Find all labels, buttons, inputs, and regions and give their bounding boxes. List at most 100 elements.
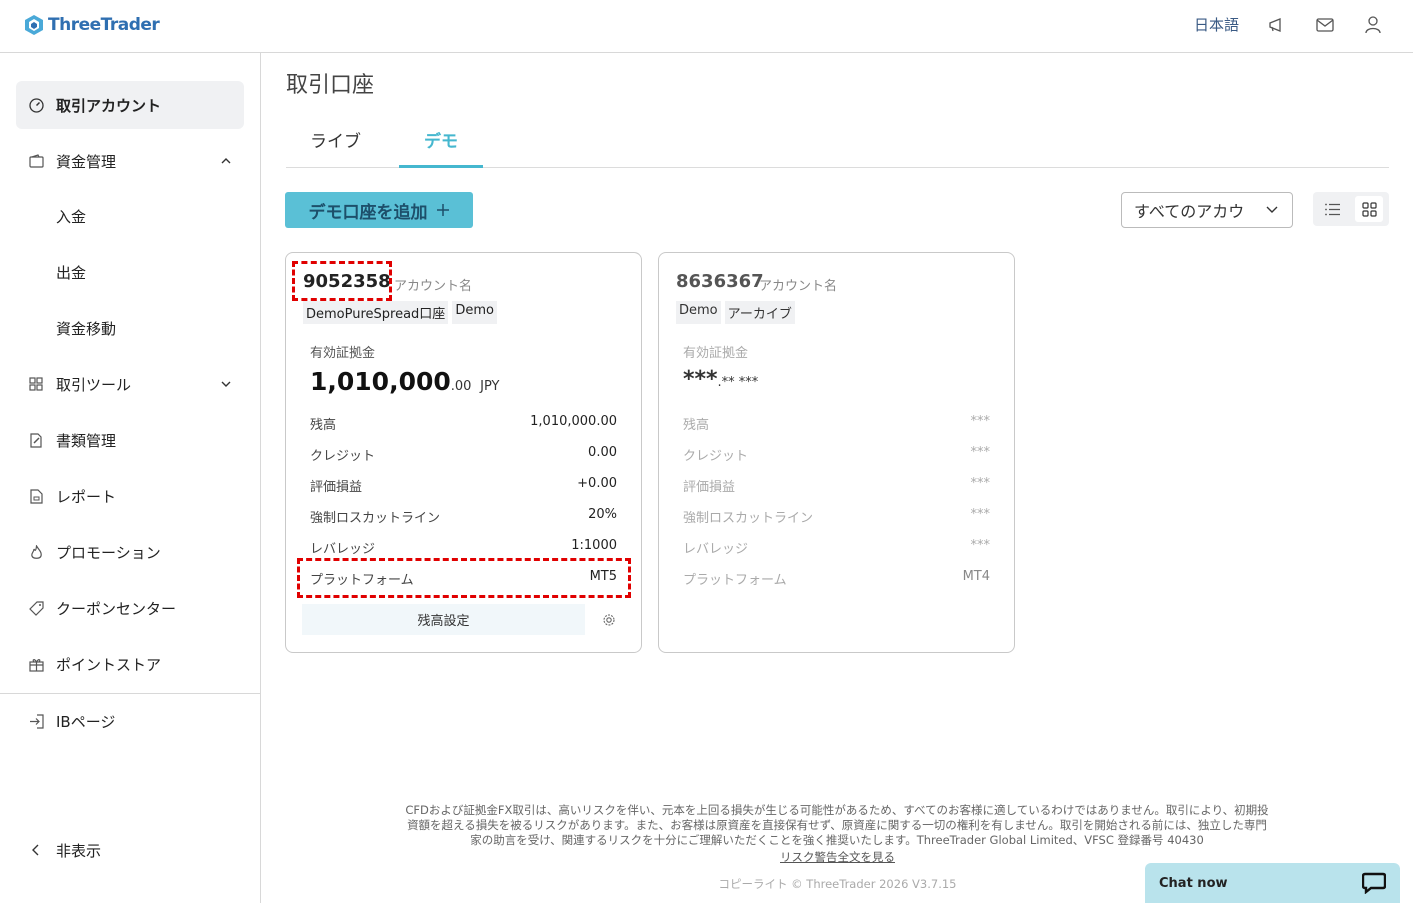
add-demo-account-button[interactable]: デモ口座を追加 bbox=[285, 192, 473, 228]
sidebar-subitem-deposit[interactable]: 入金 bbox=[56, 206, 86, 227]
sidebar-item-label: クーポンセンター bbox=[56, 599, 177, 618]
list-view-icon bbox=[1325, 203, 1340, 215]
stat-row-platform: プラットフォーム MT4 bbox=[683, 569, 990, 588]
mail-icon[interactable] bbox=[1315, 15, 1335, 35]
sidebar-item-coupon-center[interactable]: クーポンセンター bbox=[16, 584, 244, 632]
stat-row-balance: 残高 *** bbox=[683, 414, 990, 433]
gift-icon bbox=[28, 656, 44, 672]
sidebar-item-point-store[interactable]: ポイントストア bbox=[16, 640, 244, 688]
account-number: 8636367 bbox=[676, 271, 764, 292]
chat-now-widget[interactable]: Chat now bbox=[1145, 863, 1400, 903]
stat-label: 評価損益 bbox=[683, 480, 736, 495]
document-edit-icon bbox=[28, 432, 44, 448]
user-profile-icon[interactable] bbox=[1363, 15, 1383, 35]
stat-value: *** bbox=[970, 507, 991, 522]
add-demo-account-label: デモ口座を追加 bbox=[308, 202, 428, 223]
chevron-left-icon bbox=[28, 842, 44, 858]
sidebar-item-reports[interactable]: レポート bbox=[16, 472, 244, 520]
stat-value: *** bbox=[970, 476, 991, 491]
sidebar-subitem-transfer[interactable]: 資金移動 bbox=[56, 318, 116, 339]
equity-decimal: .00 bbox=[450, 379, 472, 394]
sidebar-item-label: 取引ツール bbox=[56, 375, 132, 394]
sidebar-subitem-withdraw[interactable]: 出金 bbox=[56, 262, 86, 283]
sidebar-item-trading-tools[interactable]: 取引ツール bbox=[16, 360, 244, 408]
plus-icon bbox=[436, 204, 449, 216]
account-name: アカウント名 bbox=[759, 279, 838, 294]
stat-label: 残高 bbox=[683, 418, 710, 433]
stat-row-credit: クレジット 0.00 bbox=[310, 445, 617, 464]
account-filter-select[interactable]: すべてのアカウ bbox=[1121, 192, 1293, 228]
sidebar: 取引アカウント 資金管理 入金 出金 資金移動 取引ツール 書類管理 レポート … bbox=[0, 53, 261, 903]
grid-view-button[interactable] bbox=[1355, 196, 1383, 222]
chat-label: Chat now bbox=[1159, 875, 1228, 891]
chat-bubble-icon bbox=[1362, 872, 1386, 894]
equity-main: *** bbox=[683, 367, 718, 392]
language-selector[interactable]: 日本語 bbox=[1194, 14, 1239, 35]
dashboard-gauge-icon bbox=[28, 97, 44, 113]
equity-decimal: .** *** bbox=[717, 375, 759, 390]
gear-icon[interactable] bbox=[602, 613, 616, 627]
equity-label: 有効証拠金 bbox=[683, 346, 749, 361]
account-tag: DemoPureSpread口座 bbox=[303, 301, 449, 324]
list-view-button[interactable] bbox=[1319, 196, 1347, 222]
stat-row-platform: プラットフォーム MT5 bbox=[310, 569, 617, 588]
brand-name: ThreeTrader bbox=[48, 15, 160, 35]
account-tags: DemoPureSpread口座 Demo bbox=[303, 301, 497, 324]
stat-row-stop-out: 強制ロスカットライン *** bbox=[683, 507, 990, 526]
equity-value: 1,010,000.00 JPY bbox=[310, 367, 500, 396]
brand-logo[interactable]: ThreeTrader bbox=[24, 14, 160, 36]
flame-icon bbox=[28, 544, 44, 560]
sidebar-hide-button[interactable]: 非表示 bbox=[16, 826, 244, 874]
stat-row-floating-pl: 評価損益 +0.00 bbox=[310, 476, 617, 495]
stat-row-floating-pl: 評価損益 *** bbox=[683, 476, 990, 495]
tab-demo[interactable]: デモ bbox=[399, 127, 483, 168]
sidebar-item-label: 書類管理 bbox=[56, 431, 117, 450]
sidebar-item-label: 資金管理 bbox=[56, 152, 117, 171]
balance-settings-button[interactable]: 残高設定 bbox=[302, 604, 585, 635]
sidebar-item-documents[interactable]: 書類管理 bbox=[16, 416, 244, 464]
stat-label: 残高 bbox=[310, 418, 337, 433]
stat-row-credit: クレジット *** bbox=[683, 445, 990, 464]
account-card[interactable]: 9052358 アカウント名 DemoPureSpread口座 Demo 有効証… bbox=[285, 252, 642, 653]
login-arrow-icon bbox=[28, 713, 44, 729]
stat-value: +0.00 bbox=[577, 476, 617, 491]
stat-value: MT4 bbox=[962, 569, 990, 584]
sidebar-item-label: 非表示 bbox=[56, 841, 102, 860]
brand-logo-icon bbox=[25, 15, 43, 35]
sidebar-item-promotions[interactable]: プロモーション bbox=[16, 528, 244, 576]
report-file-icon bbox=[28, 488, 44, 504]
wallet-icon bbox=[28, 153, 44, 169]
stat-row-leverage: レバレッジ *** bbox=[683, 538, 990, 557]
stat-label: クレジット bbox=[683, 449, 749, 464]
page-title: 取引口座 bbox=[286, 73, 375, 98]
main-content: 取引口座 ライブ デモ デモ口座を追加 すべてのアカウ 9052358 アカウン… bbox=[262, 53, 1413, 903]
grid-view-icon bbox=[1361, 201, 1377, 217]
sidebar-item-funds[interactable]: 資金管理 bbox=[16, 137, 244, 185]
stat-value: 20% bbox=[588, 507, 617, 522]
stat-label: クレジット bbox=[310, 449, 376, 464]
tab-live[interactable]: ライブ bbox=[310, 127, 361, 168]
sidebar-item-ib-page[interactable]: IBページ bbox=[16, 697, 244, 745]
stat-label: プラットフォーム bbox=[683, 573, 787, 588]
stat-row-stop-out: 強制ロスカットライン 20% bbox=[310, 507, 617, 526]
chevron-up-icon bbox=[221, 158, 231, 164]
sidebar-item-label: IBページ bbox=[56, 712, 116, 731]
stat-label: レバレッジ bbox=[683, 542, 749, 557]
account-filter-value: すべてのアカウ bbox=[1134, 202, 1245, 221]
stat-value: 1,010,000.00 bbox=[530, 414, 617, 429]
risk-warning-link[interactable]: リスク警告全文を見る bbox=[780, 850, 895, 864]
stat-row-leverage: レバレッジ 1:1000 bbox=[310, 538, 617, 557]
tag-icon bbox=[28, 600, 44, 616]
account-tags: Demo アーカイブ bbox=[676, 301, 795, 324]
chevron-down-icon bbox=[221, 381, 231, 387]
megaphone-icon[interactable] bbox=[1267, 15, 1287, 35]
account-tag: Demo bbox=[676, 301, 721, 324]
stat-label: 評価損益 bbox=[310, 480, 363, 495]
stat-label: プラットフォーム bbox=[310, 573, 414, 588]
account-card[interactable]: 8636367 アカウント名 Demo アーカイブ 有効証拠金 ***.** *… bbox=[658, 252, 1015, 653]
sidebar-item-label: ポイントストア bbox=[56, 655, 162, 674]
sidebar-item-trading-accounts[interactable]: 取引アカウント bbox=[16, 81, 244, 129]
stat-value: 1:1000 bbox=[571, 538, 617, 553]
stat-label: レバレッジ bbox=[310, 542, 376, 557]
stat-row-balance: 残高 1,010,000.00 bbox=[310, 414, 617, 433]
